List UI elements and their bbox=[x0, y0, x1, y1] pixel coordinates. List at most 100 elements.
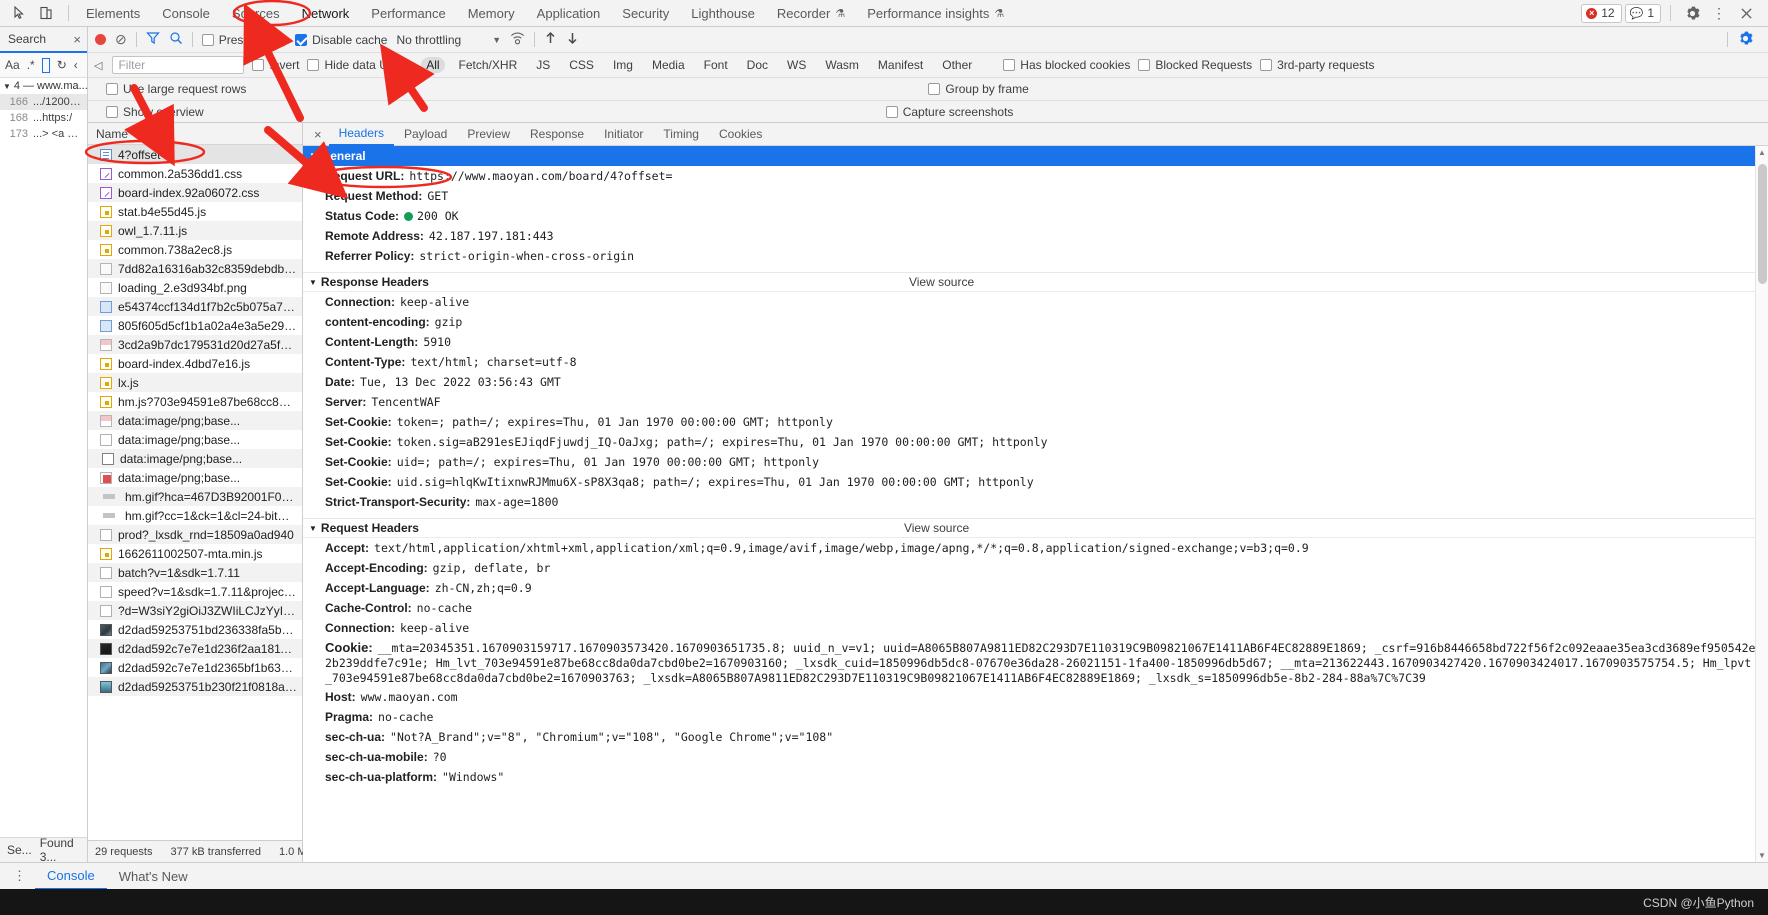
type-filter-css[interactable]: CSS bbox=[564, 57, 599, 73]
search-input[interactable] bbox=[41, 57, 50, 73]
message-count-badge[interactable]: 💬 1 bbox=[1624, 3, 1661, 23]
hide-data-urls-checkbox[interactable]: Hide data URLs bbox=[307, 58, 409, 72]
chevron-left-icon[interactable]: ◁ bbox=[92, 59, 104, 72]
search-icon[interactable] bbox=[169, 31, 183, 48]
tab-preview[interactable]: Preview bbox=[457, 123, 520, 146]
search-result-group[interactable]: ▼ 4 — www.ma... bbox=[0, 78, 87, 94]
more-options-icon[interactable]: ⋮ bbox=[1707, 6, 1731, 20]
tab-initiator[interactable]: Initiator bbox=[594, 123, 653, 146]
table-row[interactable]: stat.b4e55d45.js bbox=[88, 202, 302, 221]
table-row[interactable]: owl_1.7.11.js bbox=[88, 221, 302, 240]
search-result-item[interactable]: 168 ...https:/ bbox=[0, 110, 87, 126]
type-filter-doc[interactable]: Doc bbox=[742, 57, 773, 73]
table-row[interactable]: 4?offset= bbox=[88, 145, 302, 164]
inspect-element-icon[interactable] bbox=[8, 2, 32, 24]
table-row[interactable]: loading_2.e3d934bf.png bbox=[88, 278, 302, 297]
tab-performance[interactable]: Performance bbox=[360, 0, 456, 26]
table-row[interactable]: hm.js?703e94591e87be68cc8da0da7... bbox=[88, 392, 302, 411]
table-row[interactable]: board-index.4dbd7e16.js bbox=[88, 354, 302, 373]
scrollbar-thumb[interactable] bbox=[1758, 164, 1767, 284]
scroll-down-icon[interactable]: ▼ bbox=[1758, 851, 1766, 860]
close-icon[interactable]: × bbox=[307, 127, 329, 142]
table-row[interactable]: ?d=W3siY2giOiJ3ZWIiLCJzYyI6IjE5Mj... bbox=[88, 601, 302, 620]
tab-network[interactable]: Network bbox=[291, 0, 361, 26]
view-source-link[interactable]: View source bbox=[904, 521, 969, 535]
network-settings-gear-icon[interactable] bbox=[1738, 31, 1753, 49]
tab-memory[interactable]: Memory bbox=[457, 0, 526, 26]
search-result-item[interactable]: 173 ...> <a hr... bbox=[0, 126, 87, 142]
tab-lighthouse[interactable]: Lighthouse bbox=[680, 0, 766, 26]
tab-headers[interactable]: Headers bbox=[328, 123, 394, 146]
group-by-frame-checkbox[interactable]: Group by frame bbox=[928, 82, 1029, 96]
refresh-icon[interactable]: ↻ bbox=[57, 58, 67, 72]
type-filter-other[interactable]: Other bbox=[937, 57, 977, 73]
section-response-headers-header[interactable]: ▼ Response Headers View source bbox=[303, 272, 1768, 292]
tab-timing[interactable]: Timing bbox=[653, 123, 709, 146]
type-filter-all[interactable]: All bbox=[421, 57, 445, 73]
more-options-icon[interactable]: ⋮ bbox=[4, 869, 35, 882]
section-request-headers-header[interactable]: ▼ Request Headers View source bbox=[303, 518, 1768, 538]
third-party-requests-checkbox[interactable]: 3rd-party requests bbox=[1260, 58, 1374, 72]
type-filter-img[interactable]: Img bbox=[608, 57, 638, 73]
network-conditions-icon[interactable] bbox=[510, 31, 525, 48]
close-icon[interactable]: × bbox=[73, 32, 81, 47]
filter-icon[interactable] bbox=[145, 31, 160, 48]
close-icon[interactable] bbox=[1734, 2, 1758, 24]
table-row[interactable]: hm.gif?cc=1&ck=1&cl=24-bit&ds=1... bbox=[88, 506, 302, 525]
device-toolbar-icon[interactable] bbox=[34, 2, 58, 24]
tab-elements[interactable]: Elements bbox=[75, 0, 151, 26]
table-row[interactable]: 1662611002507-mta.min.js bbox=[88, 544, 302, 563]
type-filter-fetch-xhr[interactable]: Fetch/XHR bbox=[454, 57, 523, 73]
table-row[interactable]: board-index.92a06072.css bbox=[88, 183, 302, 202]
vertical-scrollbar[interactable]: ▲ ▼ bbox=[1755, 146, 1768, 862]
gear-icon[interactable] bbox=[1680, 2, 1704, 24]
scroll-up-icon[interactable]: ▲ bbox=[1758, 148, 1766, 157]
type-filter-media[interactable]: Media bbox=[647, 57, 690, 73]
throttling-select[interactable]: No throttling bbox=[396, 33, 461, 47]
tab-sources[interactable]: Sources bbox=[221, 0, 291, 26]
preserve-log-checkbox[interactable]: Preserve log bbox=[201, 33, 286, 47]
show-overview-checkbox[interactable]: Show overview bbox=[106, 105, 204, 119]
table-row[interactable]: common.2a536dd1.css bbox=[88, 164, 302, 183]
filter-input[interactable] bbox=[112, 56, 245, 74]
table-row[interactable]: 7dd82a16316ab32c8359debdb04396... bbox=[88, 259, 302, 278]
table-row[interactable]: data:image/png;base... bbox=[88, 430, 302, 449]
table-row[interactable]: prod?_lxsdk_rnd=18509a0ad940 bbox=[88, 525, 302, 544]
table-row[interactable]: d2dad59253751b230f21f0818a5bfd4... bbox=[88, 677, 302, 696]
tab-payload[interactable]: Payload bbox=[394, 123, 457, 146]
record-button[interactable] bbox=[95, 34, 106, 45]
table-row[interactable]: data:image/png;base... bbox=[88, 411, 302, 430]
view-source-link[interactable]: View source bbox=[909, 275, 974, 289]
section-general-header[interactable]: ▼ General bbox=[303, 146, 1768, 166]
blocked-requests-checkbox[interactable]: Blocked Requests bbox=[1138, 58, 1252, 72]
tab-cookies[interactable]: Cookies bbox=[709, 123, 772, 146]
invert-checkbox[interactable]: Invert bbox=[252, 58, 299, 72]
match-case-button[interactable]: Aa bbox=[5, 58, 20, 72]
table-row[interactable]: d2dad592c7e7e1d236f2aa1811a8a64... bbox=[88, 639, 302, 658]
table-row[interactable]: d2dad59253751bd236338fa5bd5a27... bbox=[88, 620, 302, 639]
table-row[interactable]: data:image/png;base... bbox=[88, 449, 302, 468]
chevron-left-icon[interactable]: ‹ bbox=[74, 58, 78, 72]
type-filter-manifest[interactable]: Manifest bbox=[873, 57, 928, 73]
drawer-tab-whats-new[interactable]: What's New bbox=[107, 863, 200, 890]
drawer-tab-console[interactable]: Console bbox=[35, 863, 107, 890]
tab-performance-insights[interactable]: Performance insights ⚗ bbox=[856, 0, 1015, 26]
table-row[interactable]: speed?v=1&sdk=1.7.11&project=co... bbox=[88, 582, 302, 601]
chevron-down-icon[interactable]: ▼ bbox=[492, 35, 501, 45]
import-har-icon[interactable] bbox=[544, 31, 557, 48]
table-row[interactable]: hm.gif?hca=467D3B92001F075E&cc... bbox=[88, 487, 302, 506]
tab-console[interactable]: Console bbox=[151, 0, 221, 26]
search-result-item[interactable]: 166 .../12004... bbox=[0, 94, 87, 110]
capture-screenshots-checkbox[interactable]: Capture screenshots bbox=[885, 105, 1013, 119]
table-row[interactable]: data:image/png;base... bbox=[88, 468, 302, 487]
has-blocked-cookies-checkbox[interactable]: Has blocked cookies bbox=[1003, 58, 1130, 72]
table-row[interactable]: common.738a2ec8.js bbox=[88, 240, 302, 259]
tab-security[interactable]: Security bbox=[611, 0, 680, 26]
tab-application[interactable]: Application bbox=[526, 0, 612, 26]
use-large-request-rows-checkbox[interactable]: Use large request rows bbox=[106, 82, 246, 96]
clear-button[interactable]: ⊘ bbox=[115, 31, 127, 48]
type-filter-wasm[interactable]: Wasm bbox=[820, 57, 864, 73]
tab-recorder[interactable]: Recorder ⚗ bbox=[766, 0, 856, 26]
export-har-icon[interactable] bbox=[566, 31, 579, 48]
type-filter-js[interactable]: JS bbox=[531, 57, 555, 73]
